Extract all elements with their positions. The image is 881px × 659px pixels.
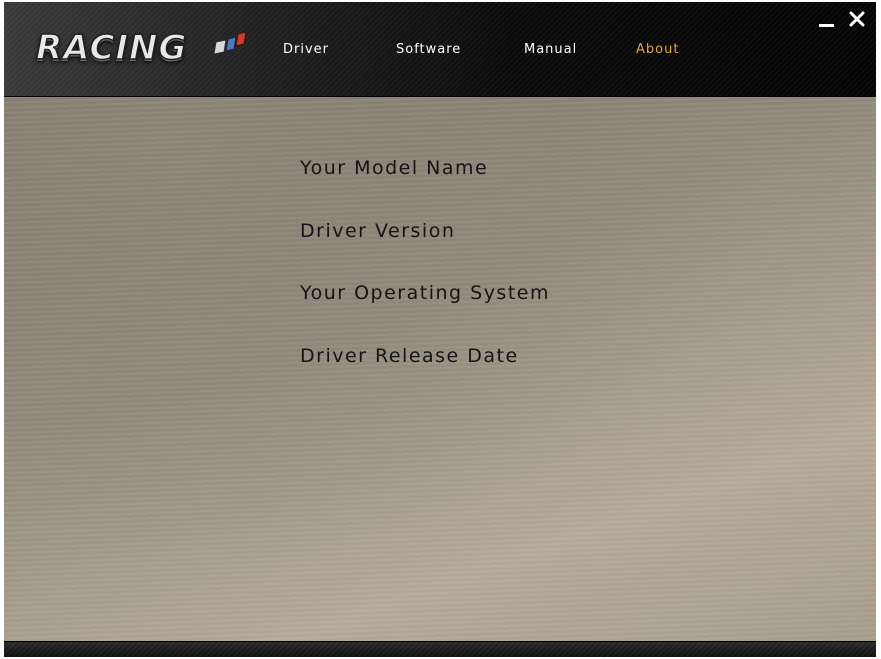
about-panel: Your Model Name Driver Version Your Oper…	[4, 97, 876, 641]
footer-bar	[4, 641, 876, 657]
racing-logo: RACING	[34, 27, 254, 76]
title-bar: RACING Driver Software Manual About	[4, 2, 876, 97]
logo-text: RACING	[35, 27, 188, 69]
driver-version-label: Driver Version	[300, 220, 456, 242]
minimize-icon	[819, 24, 834, 27]
driver-release-date-label: Driver Release Date	[300, 345, 519, 367]
minimize-button[interactable]	[816, 8, 838, 30]
app-window: RACING Driver Software Manual About Your…	[4, 2, 876, 657]
tab-about[interactable]: About	[636, 42, 679, 57]
close-icon	[849, 11, 865, 27]
close-button[interactable]	[846, 8, 868, 30]
tab-driver[interactable]: Driver	[283, 42, 329, 57]
tab-manual[interactable]: Manual	[524, 42, 577, 57]
operating-system-label: Your Operating System	[300, 282, 550, 304]
tab-software[interactable]: Software	[396, 42, 461, 57]
model-name-label: Your Model Name	[300, 157, 489, 179]
logo-flag-mark-icon	[214, 32, 247, 55]
